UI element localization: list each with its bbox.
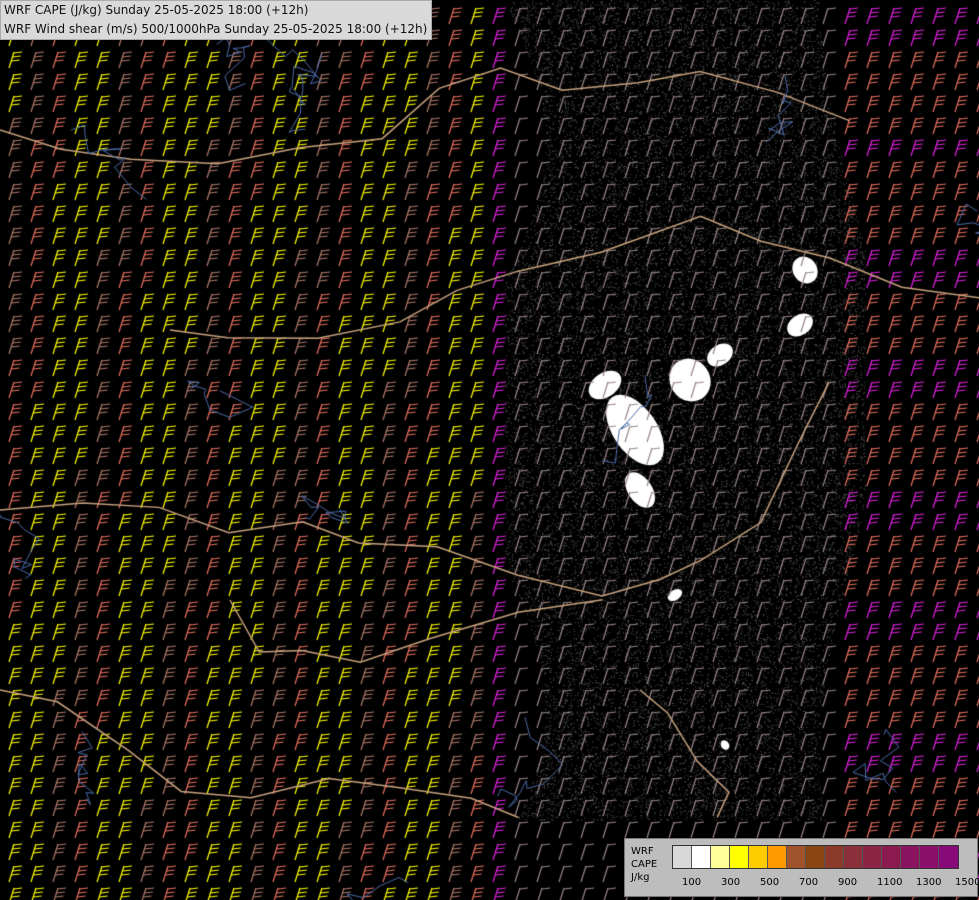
legend-swatch [730, 846, 749, 868]
legend-swatch [673, 846, 692, 868]
legend-color-scale [672, 845, 959, 869]
legend-title-model: WRF [631, 846, 654, 857]
legend-swatch [806, 846, 825, 868]
legend-swatch [692, 846, 711, 868]
legend-tick-label: 1500 [955, 877, 979, 888]
legend-tick-label: 1300 [916, 877, 942, 888]
legend-tick-labels: 100 300 500 700 900 1100 1300 1500 [672, 877, 979, 889]
cape-title: WRF CAPE (J/kg) Sunday 25-05-2025 18:00 … [4, 3, 309, 17]
legend-swatch [939, 846, 958, 868]
legend-swatch [825, 846, 844, 868]
legend-swatch [863, 846, 882, 868]
wind-shear-title: WRF Wind shear (m/s) 500/1000hPa Sunday … [4, 22, 428, 36]
legend-swatch [882, 846, 901, 868]
map-header: WRF CAPE (J/kg) Sunday 25-05-2025 18:00 … [0, 0, 433, 40]
legend-tick-label: 700 [799, 877, 819, 888]
legend-tick-label: 900 [838, 877, 858, 888]
legend-swatch [768, 846, 787, 868]
legend-title-unit: J/kg [631, 872, 650, 883]
weather-map-canvas [0, 0, 979, 900]
legend-swatch [920, 846, 939, 868]
legend-tick-label: 100 [682, 877, 702, 888]
legend-swatch [787, 846, 806, 868]
legend-title-param: CAPE [631, 859, 658, 870]
legend-swatch [711, 846, 730, 868]
legend-swatch [749, 846, 768, 868]
legend-swatch [844, 846, 863, 868]
legend-tick-label: 300 [721, 877, 741, 888]
legend-swatch [901, 846, 920, 868]
legend-title: WRF CAPE J/kg [631, 845, 657, 884]
legend-tick-label: 500 [760, 877, 780, 888]
legend-tick-label: 1100 [877, 877, 903, 888]
cape-legend: WRF CAPE J/kg 100 300 500 700 900 1100 1300 150… [624, 838, 979, 897]
